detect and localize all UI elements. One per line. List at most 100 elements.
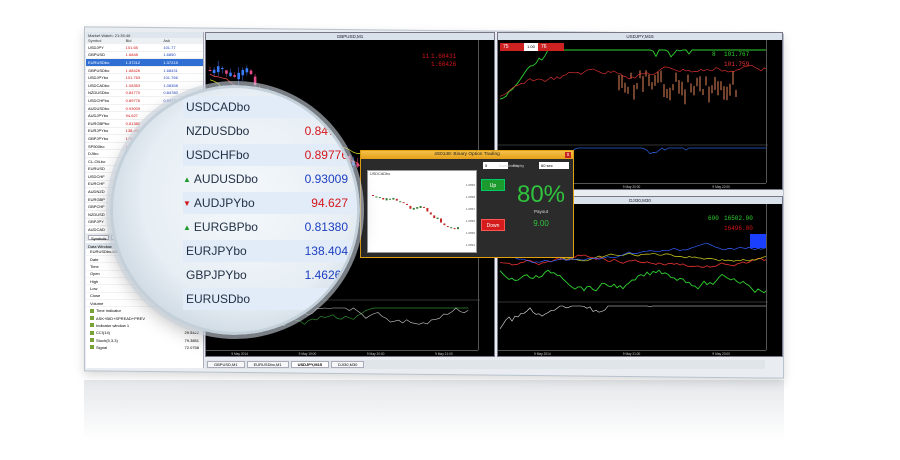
y-axis bbox=[766, 204, 782, 350]
symbol-name: GBPUSDbo bbox=[88, 67, 110, 73]
market-watch-row[interactable]: USDCADbo 1.08353 1.08358 bbox=[86, 82, 203, 90]
magnified-value: 0.89776 bbox=[304, 148, 348, 162]
mini-candle bbox=[416, 207, 419, 209]
symbol-name: USDJPY bbox=[88, 44, 104, 50]
candle bbox=[216, 66, 220, 73]
gbpusd-price-bottom: 1.68426 bbox=[431, 61, 457, 68]
col-symbol[interactable]: Symbol bbox=[88, 38, 126, 44]
market-watch-row[interactable]: USDJPYbo 101.763 101.766 bbox=[86, 74, 203, 82]
cloud-bar bbox=[621, 74, 623, 89]
payout-percent: 80% bbox=[516, 181, 566, 208]
down-button[interactable]: Down bbox=[481, 219, 505, 231]
dji-price-top: 16502.00 bbox=[724, 215, 753, 222]
symbol-name: SP500bo bbox=[88, 143, 105, 149]
cloud-bar bbox=[699, 76, 701, 92]
market-watch-row[interactable]: USDJPY 101.65 101.77 bbox=[86, 44, 203, 52]
symbol-name: EURUSDbo bbox=[88, 59, 110, 65]
cloud-bar bbox=[669, 87, 671, 101]
mini-candle bbox=[412, 207, 415, 210]
magnified-value: 0.81380 bbox=[304, 220, 348, 234]
usdjpy-price-bottom: 101.759 bbox=[724, 61, 750, 68]
mini-candle bbox=[433, 215, 436, 219]
cloud-bar bbox=[717, 81, 719, 96]
buy-button[interactable]: 76 bbox=[538, 43, 564, 51]
tab-dji[interactable]: DJI30,M30 bbox=[331, 361, 365, 368]
mini-candle bbox=[372, 195, 374, 196]
magnified-symbol: ▲ EURGBPbo bbox=[183, 220, 305, 234]
magnified-symbol-text: USDCHFbo bbox=[186, 148, 250, 162]
cloud-bar bbox=[678, 80, 680, 94]
col-bid[interactable]: Bid bbox=[126, 38, 164, 44]
mini-candle bbox=[382, 197, 385, 200]
symbol-name: USDCADbo bbox=[88, 82, 110, 88]
dji-marker bbox=[750, 234, 766, 248]
market-watch-row[interactable]: GBPUSDbo 1.68426 1.68431 bbox=[86, 67, 203, 75]
tab-gbpusd[interactable]: GBPUSD,M1 bbox=[207, 361, 245, 368]
chart-tabs: GBPUSD,M1 EURUSDbo,M1 USDJPY,M15 DJI30,M… bbox=[205, 360, 765, 369]
cloud-bar bbox=[666, 88, 668, 99]
usdjpy-count: 8 bbox=[712, 51, 716, 58]
lot-input[interactable]: 1.00 bbox=[524, 43, 538, 51]
symbol-name: USDJPYbo bbox=[88, 75, 109, 81]
magnified-value: 0.84770 bbox=[304, 124, 348, 138]
magnified-symbol: NZDUSDbo bbox=[183, 124, 305, 138]
symbol-name: GBPUSD bbox=[88, 52, 105, 58]
magnified-symbol: GBPJPYbo bbox=[183, 268, 305, 282]
cloud-bar bbox=[735, 89, 737, 97]
cloud-bar bbox=[693, 85, 695, 96]
expiry-select[interactable]: 60 sec bbox=[539, 162, 569, 169]
cloud-bar bbox=[642, 75, 644, 92]
indicator-value: 72.0758 bbox=[184, 344, 199, 350]
chart-title: USDJPY,M15 bbox=[498, 33, 782, 40]
payout-label: Payout bbox=[533, 209, 548, 214]
mini-candle bbox=[375, 196, 378, 198]
cloud-bar bbox=[624, 82, 626, 93]
magnified-value: 1.0835 bbox=[311, 100, 348, 114]
magnified-value: 170 bbox=[327, 292, 348, 306]
x-axis: 9 May 2014 9 May 21:00 9 May 23:00 bbox=[498, 350, 766, 356]
mini-candle bbox=[446, 226, 449, 228]
tab-usdjpy[interactable]: USDJPY,M15 bbox=[290, 361, 330, 368]
magnified-value: 94.627 bbox=[311, 196, 348, 210]
magnified-quote-row: GBPJPYbo 1.46262 bbox=[183, 264, 357, 286]
indicator-row: CCI(14) 29.5422 bbox=[86, 329, 203, 336]
market-watch-row[interactable]: GBPUSD 1.6848 1.6850 bbox=[86, 52, 203, 60]
close-icon[interactable]: x bbox=[565, 152, 571, 158]
candle bbox=[212, 69, 216, 74]
mini-candle bbox=[406, 203, 408, 206]
up-button[interactable]: Up bbox=[481, 179, 505, 191]
candle bbox=[241, 69, 245, 76]
market-watch-row[interactable]: EURUSDbo 1.37212 1.37215 bbox=[86, 59, 203, 67]
candle bbox=[229, 72, 232, 77]
symbol-name: EURJPYbo bbox=[88, 128, 109, 134]
gbpusd-price-top: 1.68431 bbox=[431, 53, 457, 60]
candle bbox=[221, 67, 224, 69]
ask-value: 1.68431 bbox=[163, 67, 178, 73]
dji-price-bottom: 16496.00 bbox=[724, 225, 753, 232]
col-ask[interactable]: Ask bbox=[163, 38, 201, 44]
indicator-icon bbox=[90, 330, 94, 335]
expiry-label: Expiry bbox=[513, 163, 525, 168]
symbol-name: USDCHFbo bbox=[88, 97, 110, 103]
ask-value: 1.37215 bbox=[163, 59, 178, 65]
cloud-bar bbox=[696, 77, 698, 87]
symbol-name: DJIbo bbox=[88, 151, 99, 157]
magnified-symbol-text: EURUSDbo bbox=[186, 292, 251, 306]
indicator-label: Signal bbox=[96, 344, 108, 350]
cloud-bar bbox=[732, 70, 734, 85]
tab-eurusdbo[interactable]: EURUSDbo,M1 bbox=[246, 361, 289, 368]
mini-candle bbox=[392, 197, 395, 200]
ask-value: 1.08358 bbox=[163, 82, 178, 88]
bid-value: 1.08353 bbox=[125, 82, 141, 88]
cloud-bar bbox=[657, 71, 659, 83]
mini-candle bbox=[423, 206, 425, 208]
candle bbox=[253, 76, 257, 86]
mini-candle bbox=[429, 212, 432, 215]
mini-candle bbox=[450, 227, 453, 229]
candle bbox=[249, 70, 253, 75]
magnified-symbol-text: GBPJPYbo bbox=[186, 268, 247, 282]
cloud-bar bbox=[675, 72, 677, 82]
magnified-symbol: USDCADbo bbox=[183, 100, 311, 114]
tab-symbols[interactable]: Symbols bbox=[88, 234, 110, 241]
symbol-name: NZDUSDbo bbox=[88, 90, 110, 96]
